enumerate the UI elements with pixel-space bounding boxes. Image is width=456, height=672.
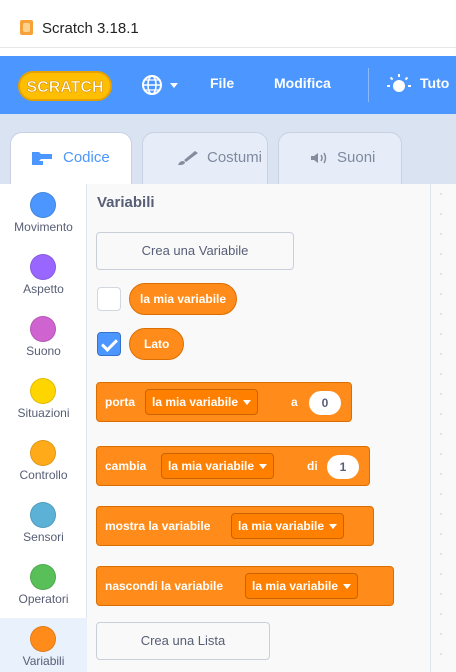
dropdown-value: la mia variabile (168, 459, 255, 473)
category-looks[interactable]: Aspetto (0, 246, 87, 308)
operators-color-dot (30, 564, 56, 590)
palette-heading: Variabili (97, 194, 155, 211)
events-color-dot (30, 378, 56, 404)
category-label: Operatori (18, 592, 69, 606)
category-label: Situazioni (17, 406, 70, 420)
variable-dropdown[interactable]: la mia variabile (161, 453, 275, 479)
category-operators[interactable]: Operatori (0, 556, 87, 618)
tab-code-label: Codice (63, 149, 110, 166)
category-sound[interactable]: Suono (0, 308, 87, 370)
make-list-button[interactable]: Crea una Lista (96, 622, 270, 660)
block-verb: nascondi la variabile (105, 579, 224, 593)
make-variable-button[interactable]: Crea una Variabile (96, 232, 294, 270)
motion-color-dot (30, 192, 56, 218)
tab-sounds[interactable]: Suoni (278, 132, 402, 184)
speaker-icon (311, 152, 327, 164)
variables-color-dot (30, 626, 56, 652)
category-label: Aspetto (23, 282, 64, 296)
block-verb: mostra la variabile (105, 519, 211, 533)
menu-divider (368, 68, 369, 102)
variable-checkbox-my-variable[interactable] (97, 287, 121, 311)
category-control[interactable]: Controllo (0, 432, 87, 494)
block-verb: cambia (105, 459, 147, 473)
category-motion[interactable]: Movimento (0, 184, 87, 246)
change-variable-block[interactable]: cambia la mia variabile di 1 (96, 446, 370, 486)
category-label: Suono (26, 344, 61, 358)
dropdown-arrow-icon (243, 400, 252, 406)
dropdown-arrow-icon (343, 584, 352, 590)
script-canvas[interactable] (431, 184, 456, 672)
scratch-app-icon (20, 20, 33, 35)
tutorials-lightbulb-icon[interactable] (386, 73, 412, 99)
category-events[interactable]: Situazioni (0, 370, 87, 432)
category-label: Sensori (23, 530, 64, 544)
value-input[interactable]: 0 (309, 391, 341, 415)
value-input[interactable]: 1 (327, 455, 359, 479)
category-label: Variabili (22, 654, 65, 668)
category-label: Movimento (14, 220, 73, 234)
category-menu: Movimento Aspetto Suono Situazioni Contr… (0, 184, 87, 672)
variable-checkbox-lato[interactable] (97, 332, 121, 356)
dropdown-arrow-icon (329, 524, 338, 530)
looks-color-dot (30, 254, 56, 280)
tab-costumes[interactable]: Costumi (142, 132, 268, 184)
category-label: Controllo (19, 468, 68, 482)
scratch-logo-text: SCRATCH (26, 79, 103, 96)
control-color-dot (30, 440, 56, 466)
block-verb: porta (105, 395, 135, 409)
dropdown-arrow-icon (259, 464, 268, 470)
brush-icon (178, 151, 198, 165)
sensing-color-dot (30, 502, 56, 528)
menu-file[interactable]: File (210, 75, 234, 91)
menu-bar: SCRATCH File Modifica Tuto (0, 56, 456, 114)
tab-code[interactable]: Codice (10, 132, 132, 184)
dropdown-value: la mia variabile (252, 579, 339, 593)
sound-color-dot (30, 316, 56, 342)
tab-costumes-label: Costumi (207, 149, 263, 166)
dropdown-value: la mia variabile (152, 395, 239, 409)
window-title: Scratch 3.18.1 (42, 20, 139, 37)
block-joiner: a (291, 395, 298, 409)
menu-modifica[interactable]: Modifica (274, 75, 331, 91)
tab-sounds-label: Suoni (337, 149, 376, 166)
category-variables[interactable]: Variabili (0, 618, 87, 672)
editor-tabs: Codice Costumi Suoni (0, 114, 456, 184)
code-icon (32, 152, 52, 165)
window-titlebar: Scratch 3.18.1 (0, 0, 456, 48)
variable-dropdown[interactable]: la mia variabile (231, 513, 345, 539)
hide-variable-block[interactable]: nascondi la variabile la mia variabile (96, 566, 394, 606)
block-joiner: di (307, 459, 318, 473)
reporter-my-variable[interactable]: la mia variabile (129, 283, 238, 315)
category-sensing[interactable]: Sensori (0, 494, 87, 556)
scratch-logo[interactable]: SCRATCH (18, 70, 112, 102)
reporter-lato[interactable]: Lato (129, 328, 185, 360)
menu-tutorials[interactable]: Tuto (420, 75, 449, 91)
set-variable-block[interactable]: porta la mia variabile a 0 (96, 382, 352, 422)
variable-dropdown[interactable]: la mia variabile (245, 573, 359, 599)
variable-dropdown[interactable]: la mia variabile (145, 389, 259, 415)
language-globe-icon[interactable] (141, 73, 183, 97)
show-variable-block[interactable]: mostra la variabile la mia variabile (96, 506, 374, 546)
dropdown-value: la mia variabile (238, 519, 325, 533)
